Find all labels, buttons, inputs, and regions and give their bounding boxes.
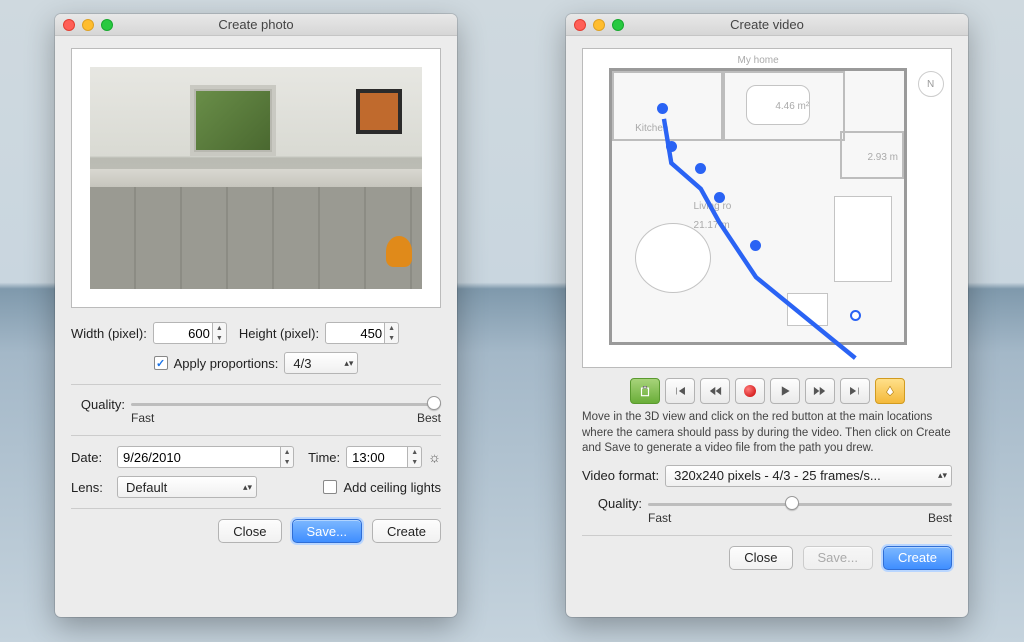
plan-title: My home [738,55,779,66]
date-stepper[interactable]: ▲▼ [281,446,294,468]
titlebar[interactable]: Create video [566,14,968,36]
create-button[interactable]: Create [372,519,441,543]
compass-icon: N [918,71,944,97]
chevron-updown-icon: ▴▾ [938,471,947,480]
quality-label: Quality: [582,496,642,511]
photo-preview [71,48,441,308]
skip-start-button[interactable] [665,378,695,404]
quality-fast-label: Fast [648,511,671,525]
ceiling-lights-checkbox[interactable] [323,480,337,494]
date-field[interactable] [117,446,281,468]
close-button[interactable]: Close [218,519,281,543]
kitchen-render-placeholder [90,67,422,289]
record-button[interactable] [735,378,765,404]
floor-plan: My home Kitchen 4.46 m² 2.93 m Living ro… [583,49,951,367]
save-button[interactable]: Save... [803,546,873,570]
video-plan-preview[interactable]: My home Kitchen 4.46 m² 2.93 m Living ro… [582,48,952,368]
quality-label: Quality: [71,397,125,412]
window-title: Create photo [55,17,457,32]
lens-select[interactable]: Default ▴▾ [117,476,257,498]
video-format-select[interactable]: 320x240 pixels - 4/3 - 25 frames/s... ▴▾ [665,465,952,487]
quality-fast-label: Fast [131,411,154,425]
width-field[interactable] [153,322,213,344]
sun-icon[interactable]: ☼ [428,449,441,465]
date-label: Date: [71,450,111,465]
ceiling-lights-label: Add ceiling lights [343,480,441,495]
height-field[interactable] [325,322,385,344]
instruction-text: Move in the 3D view and click on the red… [582,410,952,457]
create-photo-window: Create photo Width (pixel): ▲▼ Height (p… [55,14,457,617]
create-button[interactable]: Create [883,546,952,570]
titlebar[interactable]: Create photo [55,14,457,36]
width-input[interactable]: ▲▼ [153,322,227,344]
time-field[interactable] [346,446,408,468]
quality-best-label: Best [928,511,952,525]
time-label: Time: [308,450,340,465]
delete-path-button[interactable] [630,378,660,404]
lens-label: Lens: [71,480,111,495]
apply-proportions-checkbox[interactable] [154,356,168,370]
width-label: Width (pixel): [71,326,147,341]
quality-slider[interactable] [131,395,441,413]
skip-end-button[interactable] [840,378,870,404]
close-button[interactable]: Close [729,546,792,570]
time-stepper[interactable]: ▲▼ [408,446,422,468]
apply-proportions-label: Apply proportions: [174,356,279,371]
window-title: Create video [566,17,968,32]
aspect-ratio-select[interactable]: 4/3 ▴▾ [284,352,358,374]
height-input[interactable]: ▲▼ [325,322,399,344]
seek-forward-button[interactable] [805,378,835,404]
seek-back-button[interactable] [700,378,730,404]
format-label: Video format: [582,468,659,483]
play-button[interactable] [770,378,800,404]
create-video-window: Create video My home Kitchen 4.46 m² 2.9… [566,14,968,617]
quality-best-label: Best [417,411,441,425]
quality-slider[interactable] [648,495,952,513]
save-button[interactable]: Save... [292,519,362,543]
clear-button[interactable] [875,378,905,404]
chevron-updown-icon: ▴▾ [243,483,252,492]
chevron-updown-icon: ▴▾ [344,359,353,368]
width-stepper[interactable]: ▲▼ [213,322,227,344]
date-input[interactable]: ▲▼ [117,446,294,468]
height-label: Height (pixel): [239,326,319,341]
time-input[interactable]: ▲▼ [346,446,422,468]
height-stepper[interactable]: ▲▼ [385,322,399,344]
